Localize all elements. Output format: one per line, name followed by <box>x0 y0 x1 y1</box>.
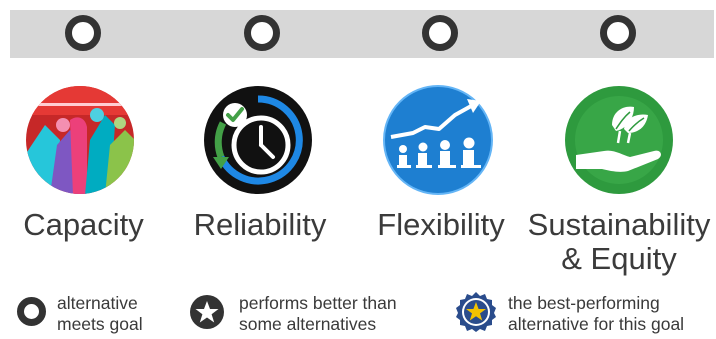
star-badge-icon <box>455 291 497 338</box>
ring-icon <box>17 297 46 326</box>
legend-line: meets goal <box>57 314 143 334</box>
legend-line: performs better than <box>239 293 397 313</box>
rising-seats-icon <box>383 85 493 195</box>
ring-icon <box>65 15 101 51</box>
legend-item-best-performing: the best-performing alternative for this… <box>455 290 716 338</box>
legend-line: some alternatives <box>239 314 377 334</box>
legend-text: the best-performing alternative for this… <box>508 293 684 335</box>
clock-check-icon <box>203 85 313 195</box>
legend-line: alternative for this goal <box>508 314 685 334</box>
category-label-reliability: Reliability <box>193 207 327 242</box>
hand-leaf-icon <box>564 85 674 195</box>
category-label-capacity: Capacity <box>23 207 144 242</box>
crowded-train-icon <box>25 85 135 195</box>
legend-line: alternative <box>57 293 138 313</box>
legend-item-better-than-some: performs better than some alternatives <box>189 290 439 338</box>
ring-icon <box>244 15 280 51</box>
category-label-sustainability: Sustainability <box>527 207 711 242</box>
star-circle-icon <box>189 294 225 335</box>
legend-text: alternative meets goal <box>57 293 143 335</box>
ring-icon <box>422 15 458 51</box>
legend-text: performs better than some alternatives <box>239 293 397 335</box>
category-label-equity: & Equity <box>561 241 677 276</box>
legend-item-meets-goal: alternative meets goal <box>17 290 177 338</box>
ring-icon <box>600 15 636 51</box>
legend-line: the best-performing <box>508 293 660 313</box>
category-label-flexibility: Flexibility <box>377 207 505 242</box>
